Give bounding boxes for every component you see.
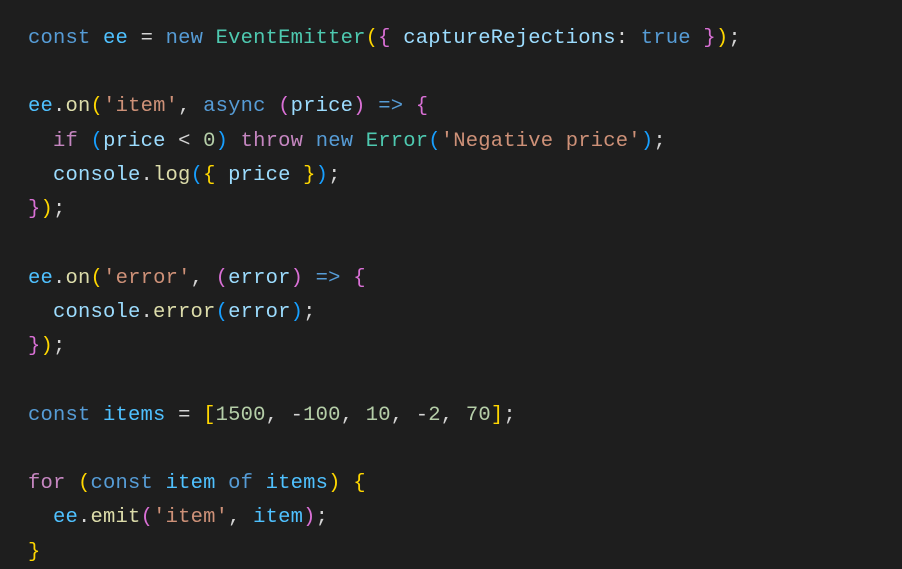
code-line: const items = [1500, -100, 10, -2, 70]; bbox=[28, 404, 516, 427]
param-error: error bbox=[228, 267, 291, 290]
number-2: 2 bbox=[428, 404, 441, 427]
keyword-const: const bbox=[91, 472, 154, 495]
var-items: items bbox=[266, 472, 329, 495]
var-item: item bbox=[166, 472, 216, 495]
code-line: } bbox=[28, 541, 41, 564]
method-emit: emit bbox=[91, 506, 141, 529]
number-10: 10 bbox=[366, 404, 391, 427]
method-on: on bbox=[66, 267, 91, 290]
operator-eq: = bbox=[178, 404, 191, 427]
string-error: 'error' bbox=[103, 267, 191, 290]
operator-lt: < bbox=[178, 130, 191, 153]
code-line: ee.emit('item', item); bbox=[28, 506, 328, 529]
string-negative-price: 'Negative price' bbox=[441, 130, 641, 153]
code-line: }); bbox=[28, 335, 66, 358]
code-line: ee.on('error', (error) => { bbox=[28, 267, 366, 290]
code-line: if (price < 0) throw new Error('Negative… bbox=[28, 130, 666, 153]
class-error: Error bbox=[366, 130, 429, 153]
prop-capturerejections: captureRejections bbox=[403, 27, 616, 50]
var-item: item bbox=[253, 506, 303, 529]
method-error: error bbox=[153, 301, 216, 324]
number-70: 70 bbox=[466, 404, 491, 427]
keyword-const: const bbox=[28, 27, 91, 50]
keyword-async: async bbox=[203, 95, 266, 118]
class-eventemitter: EventEmitter bbox=[216, 27, 366, 50]
keyword-const: const bbox=[28, 404, 91, 427]
param-price: price bbox=[291, 95, 354, 118]
arrow: => bbox=[316, 267, 341, 290]
code-line: console.log({ price }); bbox=[28, 164, 341, 187]
code-line: for (const item of items) { bbox=[28, 472, 366, 495]
number-1500: 1500 bbox=[216, 404, 266, 427]
code-editor[interactable]: const ee = new EventEmitter({ captureRej… bbox=[0, 0, 902, 569]
method-on: on bbox=[66, 95, 91, 118]
var-ee: ee bbox=[28, 267, 53, 290]
var-console: console bbox=[53, 301, 141, 324]
var-error: error bbox=[228, 301, 291, 324]
number-zero: 0 bbox=[203, 130, 216, 153]
operator-eq: = bbox=[141, 27, 154, 50]
keyword-throw: throw bbox=[241, 130, 304, 153]
arrow: => bbox=[378, 95, 403, 118]
string-item: 'item' bbox=[153, 506, 228, 529]
literal-true: true bbox=[641, 27, 691, 50]
string-item: 'item' bbox=[103, 95, 178, 118]
code-line: console.error(error); bbox=[28, 301, 316, 324]
prop-price: price bbox=[228, 164, 291, 187]
keyword-new: new bbox=[316, 130, 354, 153]
keyword-of: of bbox=[228, 472, 253, 495]
var-items: items bbox=[103, 404, 166, 427]
var-ee: ee bbox=[53, 506, 78, 529]
number-100: 100 bbox=[303, 404, 341, 427]
keyword-new: new bbox=[166, 27, 204, 50]
code-line: const ee = new EventEmitter({ captureRej… bbox=[28, 27, 741, 50]
code-line: }); bbox=[28, 198, 66, 221]
code-line: ee.on('item', async (price) => { bbox=[28, 95, 428, 118]
method-log: log bbox=[153, 164, 191, 187]
keyword-for: for bbox=[28, 472, 66, 495]
var-console: console bbox=[53, 164, 141, 187]
var-price: price bbox=[103, 130, 166, 153]
var-ee: ee bbox=[28, 95, 53, 118]
var-ee: ee bbox=[103, 27, 128, 50]
keyword-if: if bbox=[53, 130, 78, 153]
